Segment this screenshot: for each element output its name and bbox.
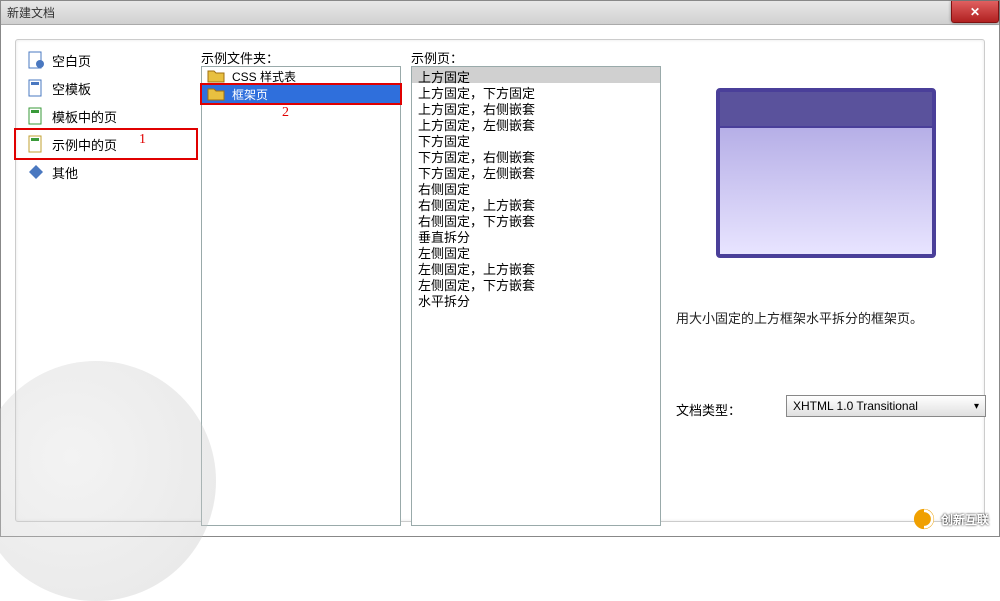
folders-heading: 示例文件夹： (201, 48, 279, 67)
folder-item-label: 框架页 (232, 86, 268, 103)
dialog-title: 新建文档 (7, 4, 55, 21)
category-label: 空模板 (52, 79, 91, 98)
template-page-icon (26, 106, 46, 126)
page-item[interactable]: 下方固定，右侧嵌套 (412, 147, 660, 163)
folder-listbox[interactable]: CSS 样式表 框架页 2 (201, 66, 401, 526)
title-bar: 新建文档 ✕ (1, 1, 999, 25)
category-blank-page[interactable]: 空白页 (16, 46, 196, 74)
category-other[interactable]: 其他 (16, 158, 196, 186)
page-item[interactable]: 下方固定，左侧嵌套 (412, 163, 660, 179)
preview-description: 用大小固定的上方框架水平拆分的框架页。 (676, 308, 976, 327)
close-button[interactable]: ✕ (951, 1, 999, 23)
pages-heading: 示例页： (411, 48, 463, 67)
other-icon (26, 162, 46, 182)
annotation-number: 2 (282, 105, 289, 121)
folder-icon (206, 66, 226, 86)
category-label: 示例中的页 (52, 135, 117, 154)
category-blank-template[interactable]: 空模板 (16, 74, 196, 102)
page-item[interactable]: 右侧固定，下方嵌套 (412, 211, 660, 227)
doctype-value: XHTML 1.0 Transitional (793, 399, 918, 413)
page-icon (26, 50, 46, 70)
brand-icon (913, 508, 935, 530)
category-sample-page[interactable]: 示例中的页 (14, 128, 198, 160)
page-item[interactable]: 上方固定，右侧嵌套 (412, 99, 660, 115)
category-template-page[interactable]: 模板中的页 1 (16, 102, 196, 130)
new-document-dialog: 新建文档 ✕ 空白页 空模板 (0, 0, 1000, 537)
page-item[interactable]: 左侧固定 (412, 243, 660, 259)
preview-thumbnail (716, 88, 936, 258)
template-icon (26, 78, 46, 98)
page-item[interactable]: 水平拆分 (412, 291, 660, 307)
folder-item-frames[interactable]: 框架页 (202, 85, 400, 103)
page-item[interactable]: 上方固定，下方固定 (412, 83, 660, 99)
page-item[interactable]: 上方固定 (412, 67, 660, 83)
category-label: 其他 (52, 163, 78, 182)
page-item[interactable]: 下方固定 (412, 131, 660, 147)
page-listbox[interactable]: 上方固定 上方固定，下方固定 上方固定，右侧嵌套 上方固定，左侧嵌套 下方固定 … (411, 66, 661, 526)
doctype-label: 文档类型： (676, 400, 741, 419)
page-item[interactable]: 右侧固定，上方嵌套 (412, 195, 660, 211)
preview-top-frame (720, 92, 932, 128)
sample-page-icon (26, 134, 46, 154)
category-label: 模板中的页 (52, 107, 117, 126)
page-item[interactable]: 右侧固定 (412, 179, 660, 195)
close-icon: ✕ (970, 5, 980, 19)
watermark-globe (0, 361, 216, 601)
page-item[interactable]: 垂直拆分 (412, 227, 660, 243)
doctype-dropdown[interactable]: XHTML 1.0 Transitional ▾ (786, 395, 986, 417)
dialog-content: 空白页 空模板 模板中的页 1 (1, 25, 999, 536)
chevron-down-icon: ▾ (974, 401, 979, 412)
page-item[interactable]: 左侧固定，下方嵌套 (412, 275, 660, 291)
page-item[interactable]: 左侧固定，上方嵌套 (412, 259, 660, 275)
folder-icon (206, 84, 226, 104)
dialog-inner-panel: 空白页 空模板 模板中的页 1 (15, 39, 985, 522)
page-item[interactable]: 上方固定，左侧嵌套 (412, 115, 660, 131)
folder-item-css[interactable]: CSS 样式表 (202, 67, 400, 85)
brand-text: 创新互联 (941, 511, 989, 528)
folder-item-label: CSS 样式表 (232, 68, 296, 85)
brand-logo: 创新互联 (913, 508, 989, 530)
category-list: 空白页 空模板 模板中的页 1 (16, 46, 196, 186)
category-label: 空白页 (52, 51, 91, 70)
